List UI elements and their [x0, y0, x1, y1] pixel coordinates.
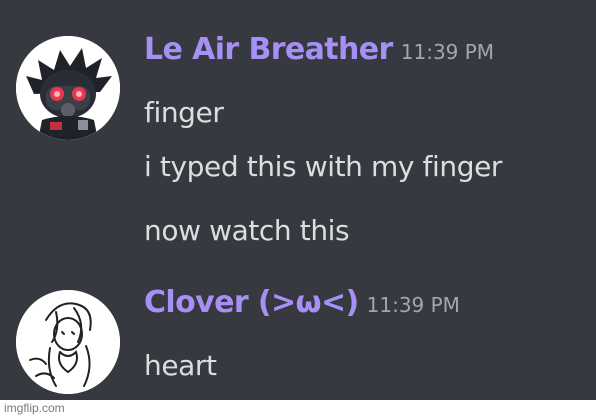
username[interactable]: Clover (>ω<) [144, 285, 359, 320]
chat-panel: Le Air Breather 11:39 PM finger i typed t… [0, 0, 596, 400]
message-header: Le Air Breather 11:39 PM [144, 32, 494, 67]
masked-character-avatar-icon [16, 36, 120, 140]
message-text: i typed this with my finger [144, 150, 503, 183]
timestamp[interactable]: 11:39 PM [401, 40, 494, 64]
watermark: imgflip.com [4, 401, 65, 415]
timestamp[interactable]: 11:39 PM [367, 293, 460, 317]
message-header: Clover (>ω<) 11:39 PM [144, 285, 460, 320]
message-text: finger [144, 96, 224, 129]
sketch-character-avatar-icon [16, 290, 120, 394]
message-text: heart [144, 349, 217, 382]
username[interactable]: Le Air Breather [144, 32, 393, 67]
message-text: now watch this [144, 214, 350, 247]
avatar[interactable] [16, 290, 120, 394]
avatar[interactable] [16, 36, 120, 140]
